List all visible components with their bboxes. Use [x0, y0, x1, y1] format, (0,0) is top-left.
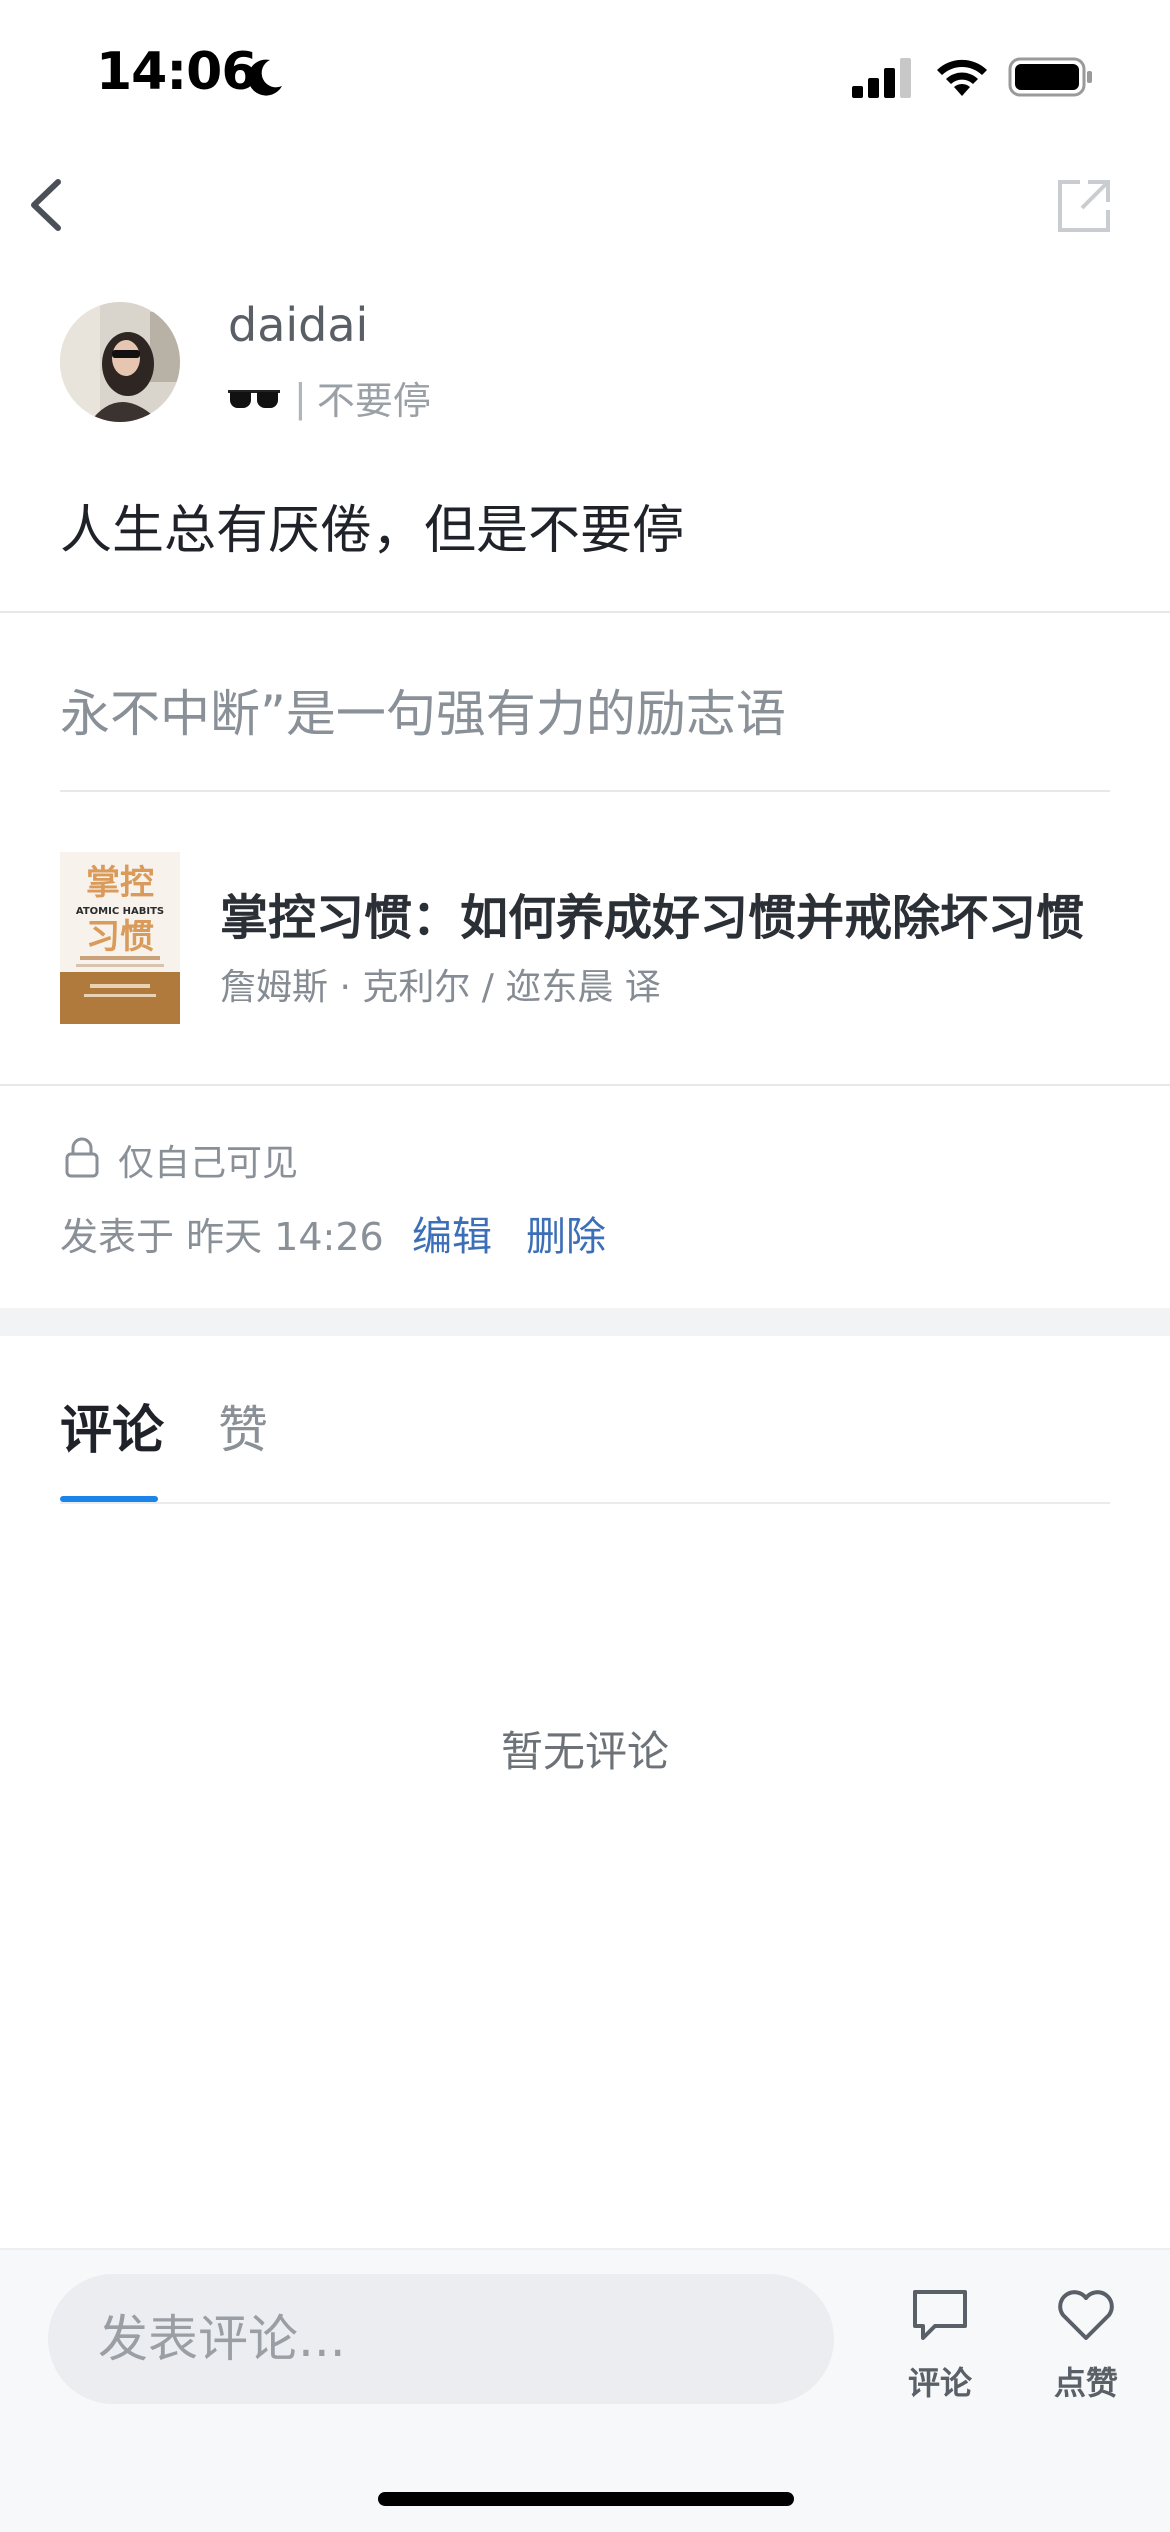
battery-icon	[1008, 57, 1092, 97]
book-cover-image[interactable]: 掌控 ATOMIC HABITS 习惯	[60, 852, 180, 1024]
author-bio: | 不要停	[228, 370, 431, 425]
divider	[60, 790, 1110, 792]
post-excerpt: 永不中断”是一句强有力的励志语	[60, 685, 786, 743]
active-tab-indicator	[60, 1496, 158, 1502]
sunglasses-icon	[228, 389, 280, 408]
back-button[interactable]	[18, 170, 82, 240]
cover-english-title: ATOMIC HABITS	[76, 906, 164, 917]
status-time: 14:06	[96, 42, 258, 102]
post-title: 人生总有厌倦，但是不要停	[60, 501, 685, 561]
home-indicator[interactable]	[378, 2492, 794, 2506]
lock-icon	[65, 1137, 99, 1178]
divider	[0, 611, 1170, 613]
avatar[interactable]	[60, 302, 180, 422]
moon-icon	[248, 59, 282, 96]
cellular-signal-icon	[852, 58, 911, 98]
visibility-label: 仅自己可见	[118, 1143, 299, 1184]
cover-title-top: 掌控	[86, 863, 154, 903]
heart-icon	[1058, 2290, 1114, 2340]
tab-likes[interactable]: 赞	[218, 1390, 268, 1462]
section-separator	[0, 1308, 1170, 1336]
book-author: 詹姆斯 · 克利尔 / 迩东晨 译	[220, 967, 661, 1008]
like-button[interactable]: 点赞	[1026, 2286, 1146, 2416]
posted-time: 发表于 昨天 14:26	[60, 1215, 384, 1259]
bio-text: 不要停	[316, 379, 431, 423]
delete-button[interactable]: 删除	[526, 1204, 606, 1262]
empty-comments-message: 暂无评论	[500, 1727, 669, 1776]
share-external-icon	[1058, 180, 1110, 232]
divider	[0, 1084, 1170, 1086]
cover-title-bottom: 习惯	[86, 917, 154, 957]
book-title[interactable]: 掌控习惯：如何养成好习惯并戒除坏习惯	[220, 878, 1090, 948]
comment-button[interactable]: 评论	[880, 2286, 1000, 2416]
comment-input[interactable]	[48, 2274, 834, 2404]
edit-button[interactable]: 编辑	[412, 1204, 492, 1262]
bio-separator: |	[294, 375, 307, 420]
like-button-label: 点赞	[1053, 2364, 1118, 2402]
wifi-icon	[937, 59, 987, 96]
share-button[interactable]	[1054, 176, 1114, 236]
comment-bubble-icon	[913, 2290, 967, 2340]
comment-button-label: 评论	[907, 2364, 972, 2402]
tab-comments[interactable]: 评论	[60, 1388, 164, 1463]
author-name[interactable]: daidai	[228, 298, 368, 352]
chevron-left-icon	[31, 179, 61, 231]
tabs-divider	[60, 1502, 1110, 1504]
